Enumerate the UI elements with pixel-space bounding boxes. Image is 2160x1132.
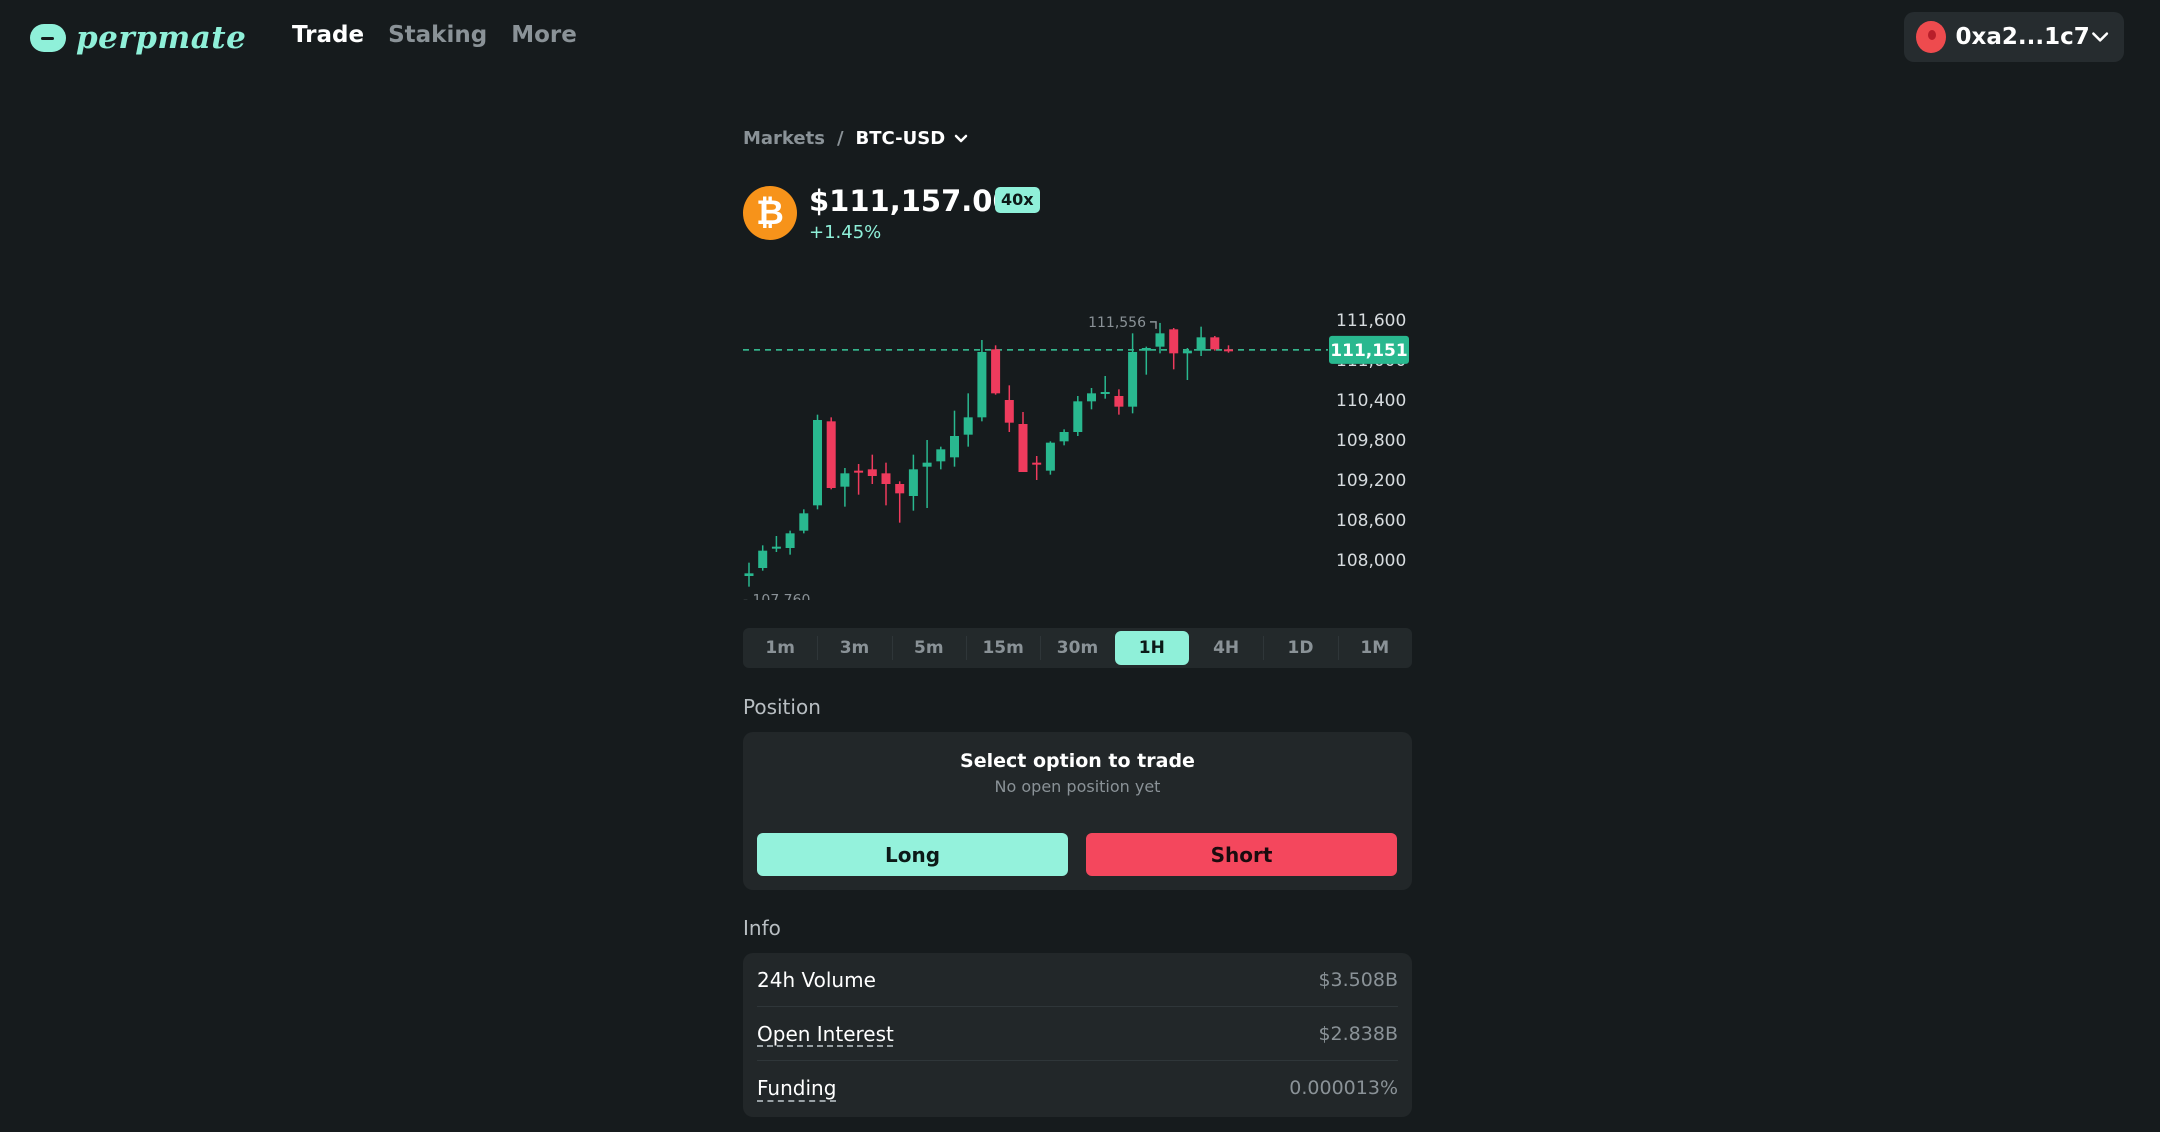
- nav-item-staking[interactable]: Staking: [388, 22, 487, 48]
- candle-body: [881, 473, 891, 484]
- high-price-label: 111,556: [1088, 315, 1146, 331]
- candle-body: [963, 417, 973, 435]
- position-section-title: Position: [743, 695, 821, 719]
- brand-logo[interactable]: perpmate: [30, 18, 246, 58]
- candle-body: [744, 573, 754, 576]
- timeframe-3m[interactable]: 3m: [817, 628, 891, 668]
- price-change: +1.45%: [809, 222, 882, 243]
- candle-body: [1128, 352, 1138, 407]
- price-axis-tick: 109,800: [1336, 431, 1406, 451]
- candle-body: [991, 349, 1001, 394]
- info-label-funding[interactable]: Funding: [757, 1076, 836, 1100]
- low-price-label: - 107,760: [743, 593, 810, 600]
- position-status: No open position yet: [994, 777, 1161, 796]
- candle-body: [908, 469, 918, 496]
- long-button[interactable]: Long: [757, 833, 1068, 876]
- wallet-avatar: [1916, 21, 1946, 53]
- candle-body: [867, 469, 877, 476]
- logo-mark-icon: [30, 24, 66, 52]
- timeframe-30m[interactable]: 30m: [1040, 628, 1114, 668]
- timeframe-1m[interactable]: 1m: [743, 628, 817, 668]
- nav-item-trade[interactable]: Trade: [292, 22, 364, 48]
- price-chart[interactable]: 111,600111,000110,400109,800109,200108,6…: [743, 290, 1412, 600]
- timeframe-5m[interactable]: 5m: [891, 628, 966, 668]
- info-row: 24h Volume $3.508B: [757, 953, 1398, 1007]
- timeframe-4h[interactable]: 4H: [1189, 628, 1263, 668]
- leverage-badge: 40x: [995, 187, 1040, 213]
- wallet-address: 0xa2...1c7: [1955, 24, 2090, 50]
- candle-body: [1155, 333, 1165, 347]
- timeframe-1h[interactable]: 1H: [1114, 631, 1189, 665]
- info-label-open-interest[interactable]: Open Interest: [757, 1022, 894, 1046]
- timeframe-1mo[interactable]: 1M: [1337, 628, 1412, 668]
- info-value-open-interest: $2.838B: [1318, 1022, 1398, 1045]
- chevron-down-icon: [2091, 32, 2108, 42]
- candle-body: [1224, 349, 1233, 352]
- candle-body: [1032, 462, 1042, 465]
- nav-item-more[interactable]: More: [511, 22, 577, 48]
- candle-body: [1073, 401, 1083, 432]
- wallet-button[interactable]: 0xa2...1c7: [1904, 12, 2124, 62]
- candlestick-chart[interactable]: 111,600111,000110,400109,800109,200108,6…: [743, 290, 1412, 600]
- timeframe-selector: 1m 3m 5m 15m 30m 1H 4H 1D 1M: [743, 628, 1412, 668]
- candle-body: [1114, 396, 1124, 407]
- candle-body: [1018, 424, 1028, 472]
- candle-body: [771, 546, 781, 549]
- position-card: Select option to trade No open position …: [743, 732, 1412, 890]
- info-row: Funding 0.000013%: [757, 1061, 1398, 1115]
- current-price-label: 111,151: [1330, 341, 1407, 361]
- candle-body: [936, 449, 946, 462]
- info-card: 24h Volume $3.508B Open Interest $2.838B…: [743, 953, 1412, 1117]
- candle-body: [922, 462, 932, 467]
- candle-body: [758, 550, 768, 568]
- price-axis-tick: 108,600: [1336, 511, 1406, 531]
- timeframe-1d[interactable]: 1D: [1263, 628, 1337, 668]
- candle-body: [785, 533, 795, 548]
- main-nav: Trade Staking More: [292, 22, 577, 48]
- candle-body: [1196, 337, 1206, 351]
- asset-price: $111,157.00: [809, 184, 1013, 218]
- candle-body: [1210, 337, 1220, 350]
- info-row: Open Interest $2.838B: [757, 1007, 1398, 1061]
- info-value-volume: $3.508B: [1318, 968, 1398, 991]
- info-label-volume: 24h Volume: [757, 967, 876, 992]
- chevron-down-icon: [954, 134, 968, 142]
- top-bar: perpmate Trade Staking More 0xa2...1c7: [0, 0, 2160, 76]
- breadcrumb-separator: /: [836, 128, 844, 149]
- bitcoin-icon: ₿: [743, 186, 797, 240]
- candle-body: [977, 352, 987, 418]
- candle-body: [826, 421, 836, 488]
- high-marker: [1150, 321, 1157, 329]
- candle-body: [813, 420, 822, 506]
- candle-body: [1169, 329, 1179, 354]
- market-selector[interactable]: BTC-USD: [856, 128, 970, 149]
- candle-body: [1059, 432, 1069, 442]
- breadcrumb: Markets / BTC-USD: [743, 128, 969, 149]
- candle-body: [1004, 400, 1014, 423]
- info-section-title: Info: [743, 916, 781, 940]
- candle-body: [1100, 392, 1110, 394]
- candle-body: [895, 484, 905, 494]
- short-button[interactable]: Short: [1086, 833, 1397, 876]
- candle-body: [950, 436, 959, 458]
- price-axis-tick: 110,400: [1336, 391, 1406, 411]
- candle-body: [1087, 393, 1096, 402]
- price-axis-tick: 111,600: [1336, 311, 1406, 331]
- brand-name: perpmate: [76, 20, 247, 56]
- candle-body: [840, 473, 850, 487]
- info-value-funding: 0.000013%: [1289, 1077, 1398, 1099]
- candle-body: [1182, 350, 1192, 354]
- market-symbol: BTC-USD: [855, 128, 946, 149]
- price-axis-tick: 108,000: [1336, 551, 1406, 571]
- candle-body: [854, 470, 864, 473]
- price-axis-tick: 109,200: [1336, 471, 1406, 491]
- candle-body: [799, 513, 809, 531]
- candle-body: [1045, 442, 1055, 471]
- timeframe-15m[interactable]: 15m: [965, 628, 1040, 668]
- position-prompt: Select option to trade: [960, 750, 1195, 772]
- breadcrumb-markets[interactable]: Markets: [743, 128, 825, 149]
- candle-body: [1141, 348, 1151, 351]
